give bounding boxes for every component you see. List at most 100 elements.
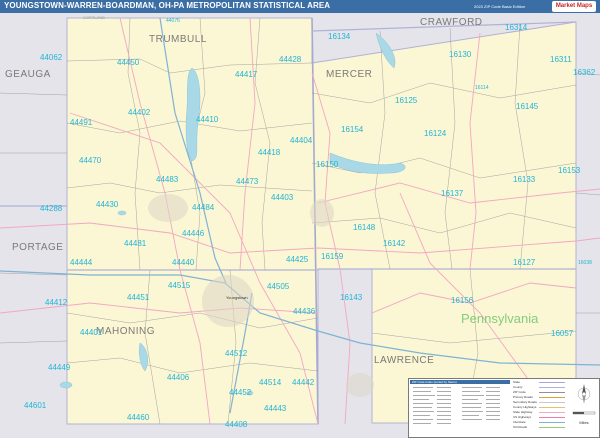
zip-label-44403: 44403 <box>271 193 294 202</box>
zip-label-44484: 44484 <box>192 203 215 212</box>
map-svg <box>0 17 600 425</box>
county-label-trumbull: TRUMBULL <box>149 34 207 45</box>
newcastle-urban <box>346 373 374 397</box>
scale-label: Miles <box>579 420 589 425</box>
zip-label-16145: 16145 <box>516 102 539 111</box>
zip-code-index: ZIP Code Index (sorted by Name) <box>410 380 510 435</box>
youngstown-urban <box>202 275 254 327</box>
zip-label-16114: 16114 <box>475 85 489 91</box>
zip-label-16124: 16124 <box>424 129 447 138</box>
legend-key-label: Primary Roads <box>513 395 533 399</box>
zip-label-44450: 44450 <box>117 58 140 67</box>
zip-label-44425: 44425 <box>286 255 309 264</box>
small-lake-1 <box>117 210 127 216</box>
zip-label-16159: 16159 <box>321 252 344 261</box>
zip-label-44436: 44436 <box>293 307 316 316</box>
map-header: YOUNGSTOWN-WARREN-BOARDMAN, OH-PA METROP… <box>0 0 600 13</box>
zip-label-16127: 16127 <box>513 258 536 267</box>
sharon-urban <box>310 199 334 227</box>
map-canvas[interactable]: TRUMBULL MERCER CRAWFORD GEAUGA PORTAGE … <box>0 13 600 438</box>
zip-label-44483: 44483 <box>156 175 179 184</box>
zip-label-44402: 44402 <box>128 108 151 117</box>
map-title: YOUNGSTOWN-WARREN-BOARDMAN, OH-PA METROP… <box>4 1 331 10</box>
map-page: YOUNGSTOWN-WARREN-BOARDMAN, OH-PA METROP… <box>0 0 600 438</box>
zip-label-16137: 16137 <box>441 189 464 198</box>
zip-label-16314: 16314 <box>505 23 528 32</box>
zip-label-16143: 16143 <box>340 293 363 302</box>
zip-label-44410: 44410 <box>196 115 219 124</box>
zip-label-44401: 44401 <box>80 328 103 337</box>
zip-label-44288: 44288 <box>40 204 63 213</box>
zip-label-16154: 16154 <box>341 125 364 134</box>
county-label-mahoning: MAHONING <box>96 326 155 337</box>
map-legend: ZIP Code Index (sorted by Name) State Co… <box>408 378 600 438</box>
zip-label-44076: 44076 <box>166 18 180 24</box>
zip-label-44444: 44444 <box>70 258 93 267</box>
zip-label-16148: 16148 <box>353 223 376 232</box>
legend-key-label: State Highway <box>513 410 533 414</box>
zip-label-44491: 44491 <box>70 118 93 127</box>
county-label-mercer: MERCER <box>326 69 373 80</box>
berlin-lake <box>59 381 73 389</box>
zip-label-16130: 16130 <box>449 50 472 59</box>
zip-label-16134: 16134 <box>328 32 351 41</box>
zip-label-44505: 44505 <box>267 282 290 291</box>
zip-label-44428: 44428 <box>279 55 302 64</box>
zip-label-44406: 44406 <box>167 373 190 382</box>
legend-key-label: County Highways <box>513 405 537 409</box>
zip-label-16311: 16311 <box>550 55 572 64</box>
legend-key-label: Interstate <box>513 420 526 424</box>
zip-label-44417: 44417 <box>235 70 258 79</box>
zip-label-44443: 44443 <box>264 404 287 413</box>
zip-label-16133: 16133 <box>513 175 536 184</box>
legend-key-label: Toll Roads <box>513 425 528 429</box>
market-maps-logo: Market Maps <box>552 1 596 12</box>
legend-key-label: Secondary Roads <box>513 400 537 404</box>
state-label-pennsylvania: Pennsylvania <box>461 311 539 326</box>
zip-label-44452: 44452 <box>229 388 252 397</box>
zip-label-16038: 16038 <box>578 260 592 266</box>
zip-label-16057: 16057 <box>551 329 574 338</box>
legend-key-label: State <box>513 380 521 384</box>
zip-label-16125: 16125 <box>395 96 418 105</box>
county-label-lawrence: LAWRENCE <box>374 355 435 366</box>
zip-label-44446: 44446 <box>182 229 205 238</box>
compass-rose-icon <box>572 384 596 415</box>
legend-keys: State County ZIP Code Primary Roads Seco… <box>513 380 569 435</box>
zip-label-44512: 44512 <box>225 349 248 358</box>
zip-label-16142: 16142 <box>383 239 406 248</box>
zip-label-44449: 44449 <box>48 363 71 372</box>
zip-index-list <box>413 387 500 424</box>
county-label-portage: PORTAGE <box>12 242 64 253</box>
zip-label-44470: 44470 <box>79 156 102 165</box>
zip-label-44515: 44515 <box>168 281 191 290</box>
scale-bar: Miles <box>571 380 597 435</box>
zip-label-44412: 44412 <box>45 298 68 307</box>
town-label-youngstown: Youngstown <box>226 295 248 300</box>
legend-key-label: ZIP Code <box>513 390 526 394</box>
zip-label-44460: 44460 <box>127 413 150 422</box>
zip-label-16153: 16153 <box>558 166 581 175</box>
county-label-crawford: CRAWFORD <box>420 17 483 28</box>
warren-urban <box>148 194 188 222</box>
edition-label: 2023 ZIP Code Basic Edition <box>474 4 526 9</box>
zip-label-44451: 44451 <box>127 293 150 302</box>
town-label-cortland: CORTLAND <box>83 15 105 20</box>
county-label-geauga: GEAUGA <box>5 69 51 80</box>
zip-label-16156: 16156 <box>451 296 474 305</box>
zip-label-16362: 16362 <box>573 68 596 77</box>
zip-label-44430: 44430 <box>96 200 119 209</box>
legend-key-label: US Highways <box>513 415 532 419</box>
zip-label-44440: 44440 <box>172 258 195 267</box>
zip-label-44404: 44404 <box>290 136 313 145</box>
zip-label-44062: 44062 <box>40 53 63 62</box>
zip-label-44418: 44418 <box>258 148 281 157</box>
legend-key-label: County <box>513 385 523 389</box>
zip-label-44601: 44601 <box>24 401 47 410</box>
legend-key-toll-roads: Toll Roads <box>513 425 569 430</box>
zip-label-44514: 44514 <box>259 378 282 387</box>
zip-label-44442: 44442 <box>292 378 315 387</box>
zip-label-44408: 44408 <box>225 420 248 429</box>
zip-label-16150: 16150 <box>316 160 339 169</box>
zip-label-44473: 44473 <box>236 177 259 186</box>
